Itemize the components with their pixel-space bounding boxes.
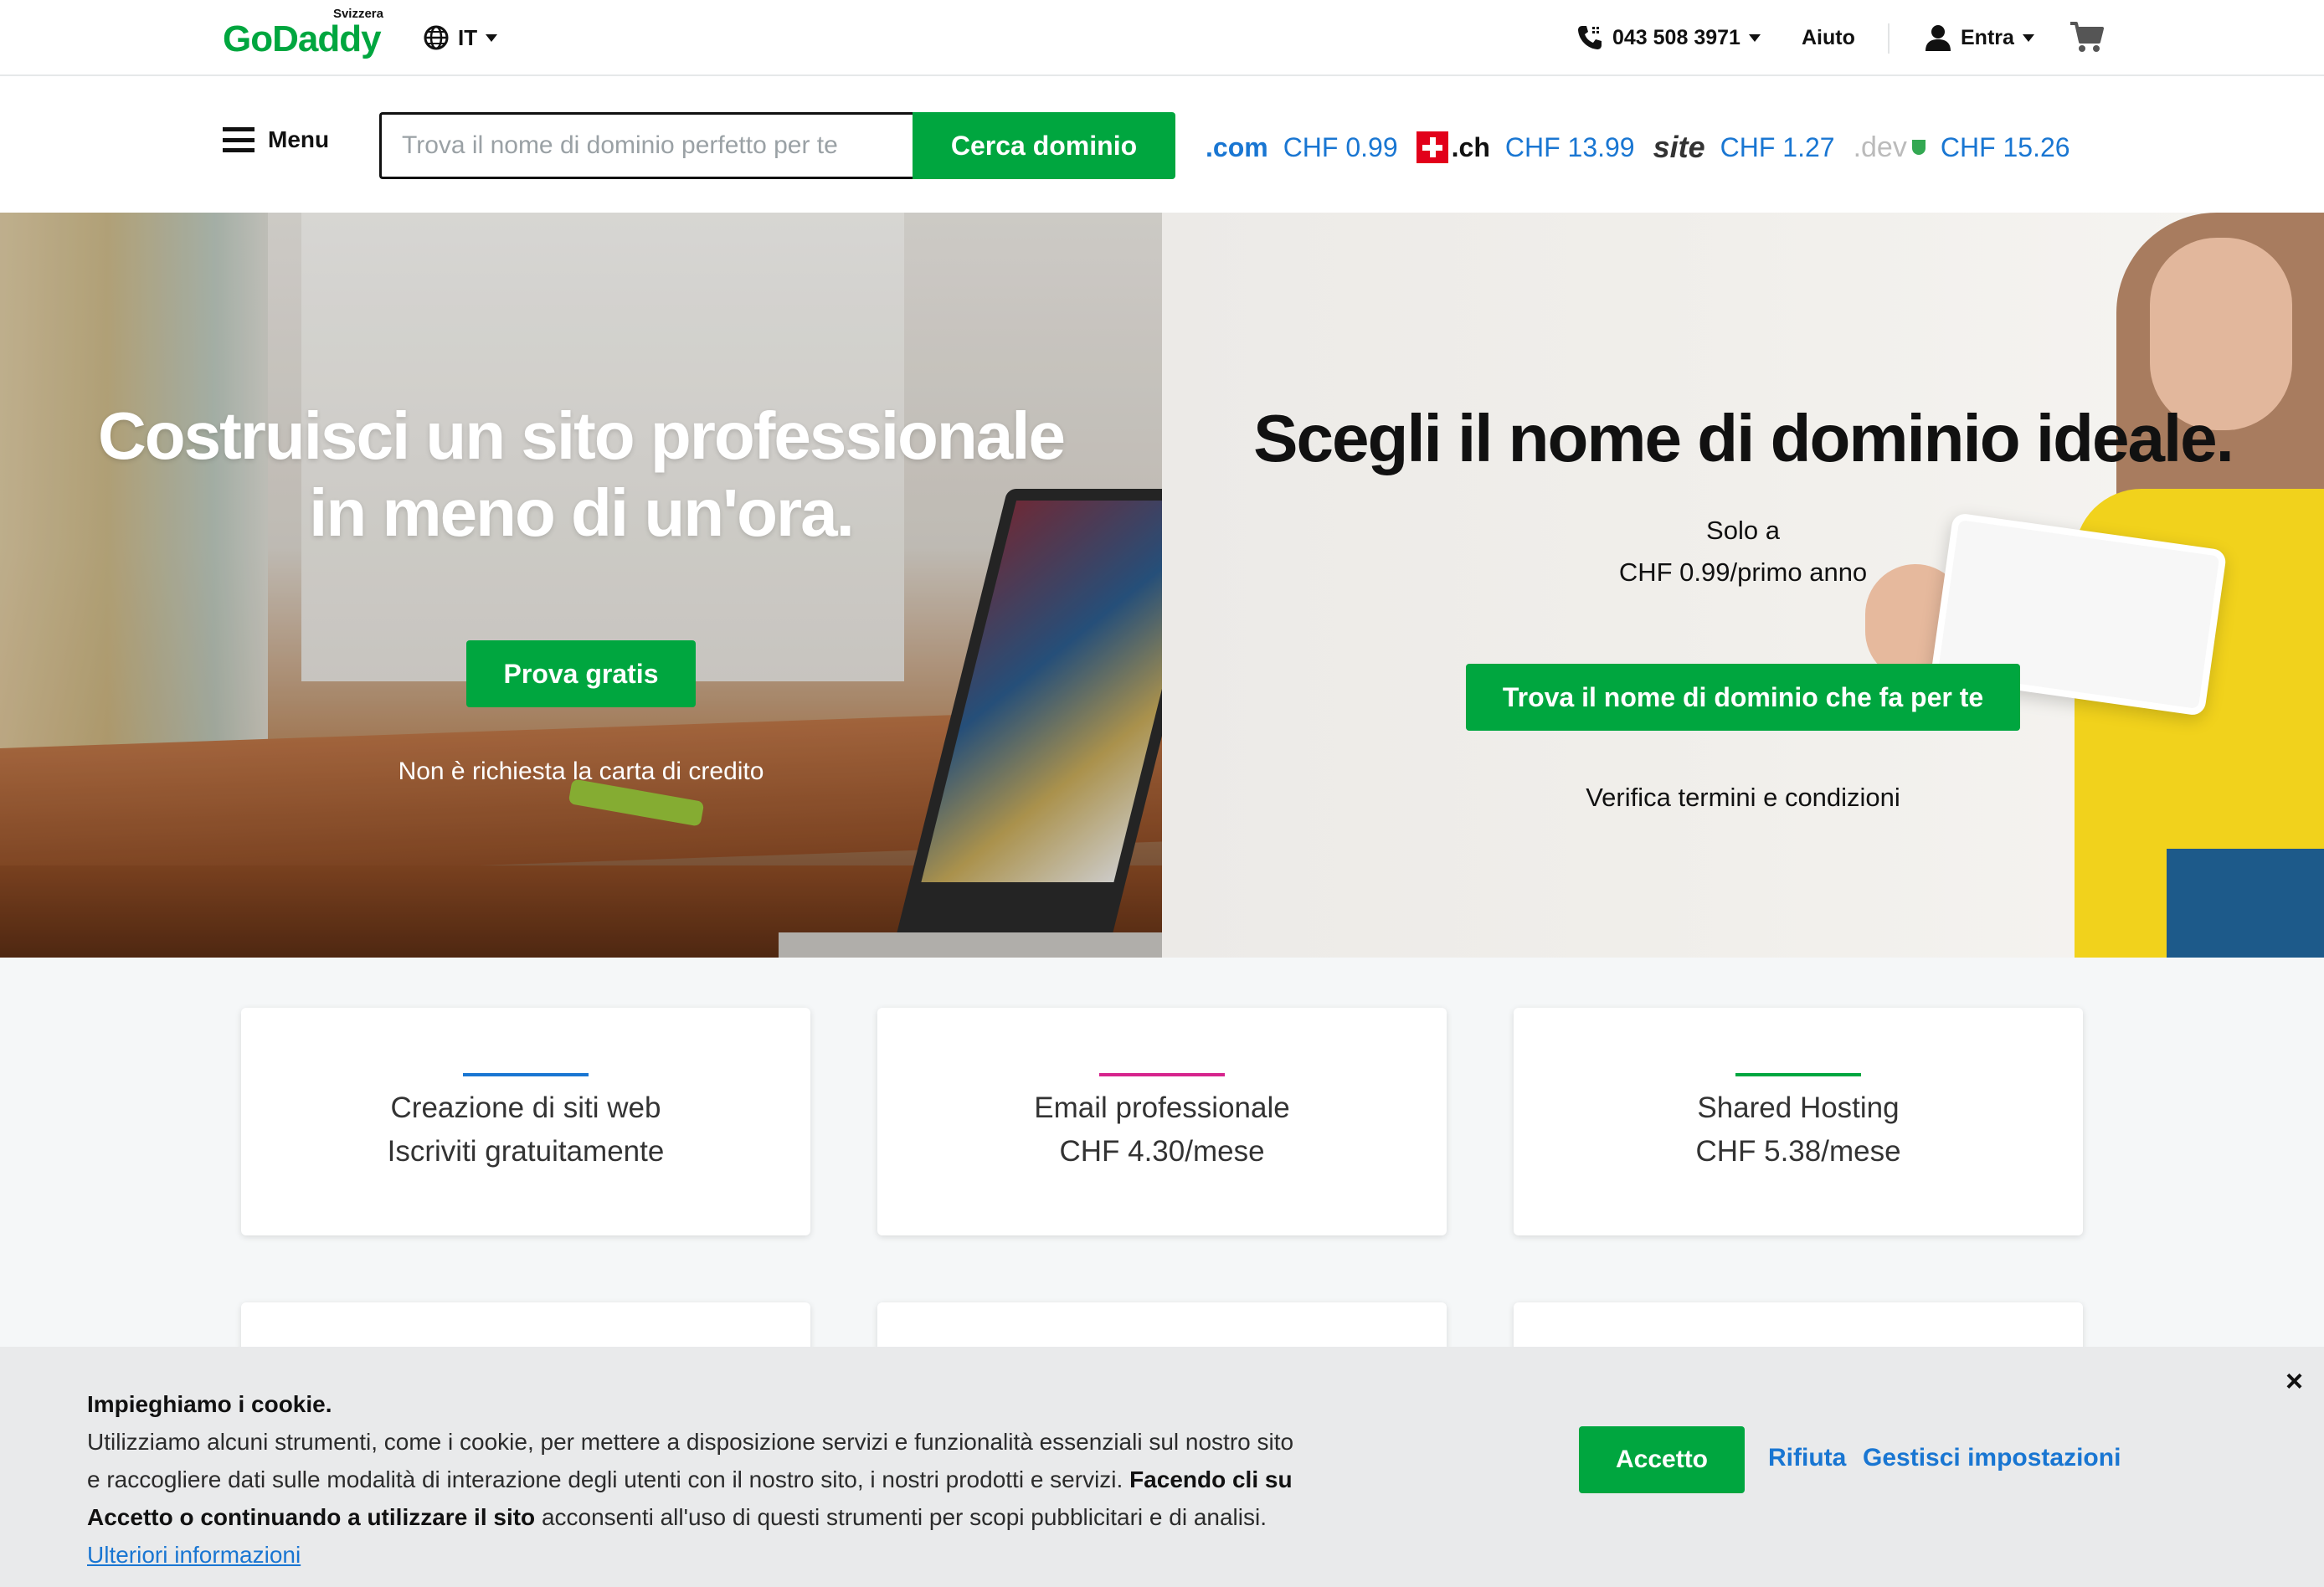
godaddy-logo[interactable]: Svizzera GoDaddy — [223, 7, 390, 65]
header-divider — [1888, 23, 1890, 54]
cart-button[interactable] — [2068, 18, 2106, 57]
cookie-body-line3: acconsenti all'uso di questi strumenti p… — [541, 1504, 1267, 1530]
find-domain-button[interactable]: Trova il nome di dominio che fa per te — [1466, 664, 2020, 731]
signin-label: Entra — [1961, 25, 2014, 49]
tld-price-list: .com CHF 0.99 .ch CHF 13.99 site CHF 1.2… — [1206, 126, 2089, 168]
chevron-down-icon — [2022, 33, 2034, 42]
close-icon[interactable]: × — [2285, 1364, 2303, 1399]
menu-label: Menu — [268, 126, 330, 152]
hero-left-title: Costruisci un sito professionale in meno… — [33, 398, 1129, 552]
accept-cookies-button[interactable]: Accetto — [1579, 1426, 1745, 1493]
card-subtitle: CHF 4.30/mese — [1059, 1135, 1265, 1168]
hero-right-title: Scegli il nome di dominio ideale. — [1253, 401, 2234, 475]
tld-logo-dev: .dev — [1854, 131, 1926, 164]
top-bar: Svizzera GoDaddy IT 043 508 3971 Aiuto E… — [0, 0, 2324, 76]
tld-site[interactable]: site CHF 1.27 — [1653, 130, 1835, 165]
card-title: Shared Hosting — [1697, 1091, 1900, 1124]
user-icon — [1926, 25, 1951, 51]
help-link[interactable]: Aiuto — [1802, 20, 1855, 55]
phone-number: 043 508 3971 — [1612, 25, 1740, 49]
tld-logo-com: .com — [1206, 131, 1268, 162]
signin-menu[interactable]: Entra — [1924, 18, 2034, 57]
card-accent-bar — [463, 1073, 589, 1076]
tld-ch[interactable]: .ch CHF 13.99 — [1416, 131, 1635, 163]
hero-left-title-line1: Costruisci un sito professionale — [97, 398, 1066, 473]
cookie-body-line1: Utilizziamo alcuni strumenti, come i coo… — [87, 1429, 1294, 1455]
chevron-down-icon — [1748, 33, 1761, 42]
hero-website-builder-image — [0, 213, 1162, 958]
shield-icon — [1911, 140, 1926, 155]
cookie-bold-text-2: Accetto o continuando a utilizzare il si… — [87, 1504, 536, 1530]
more-info-link[interactable]: Ulteriori informazioni — [87, 1542, 301, 1568]
cookie-bold-text: Facendo cli su — [1129, 1466, 1293, 1492]
swiss-flag-icon — [1416, 131, 1448, 163]
search-bar-section: Menu Cerca dominio .com CHF 0.99 .ch CHF… — [0, 76, 2324, 213]
tld-logo-ch: .ch — [1416, 131, 1490, 163]
tld-price-dev: CHF 15.26 — [1940, 131, 2070, 162]
cookie-title: Impieghiamo i cookie. — [87, 1391, 332, 1417]
product-card-email[interactable]: Email professionale CHF 4.30/mese — [877, 1008, 1447, 1235]
tld-logo-ch-text: .ch — [1451, 131, 1490, 162]
tld-logo-dev-text: .dev — [1853, 131, 1907, 163]
blue-pants-illustration — [2167, 849, 2324, 958]
globe-icon — [424, 25, 449, 50]
hero-shade — [0, 213, 1162, 958]
hamburger-icon — [223, 127, 255, 152]
chevron-down-icon — [486, 33, 498, 42]
tld-price-com: CHF 0.99 — [1283, 131, 1398, 162]
no-credit-card-note: Non è richiesta la carta di credito — [398, 758, 764, 785]
tld-dev[interactable]: .dev CHF 15.26 — [1854, 131, 2070, 164]
phone-icon — [1578, 26, 1602, 49]
try-free-button[interactable]: Prova gratis — [466, 640, 696, 707]
tld-logo-site: site — [1653, 130, 1705, 164]
manage-settings-link[interactable]: Gestisci impostazioni — [1863, 1444, 2121, 1472]
card-title: Creazione di siti web — [390, 1091, 661, 1124]
tld-com[interactable]: .com CHF 0.99 — [1206, 132, 1398, 163]
cart-icon — [2070, 22, 2104, 52]
card-accent-bar — [1099, 1073, 1225, 1076]
menu-button[interactable]: Menu — [223, 126, 329, 153]
terms-link[interactable]: Verifica termini e condizioni — [1162, 783, 2324, 813]
cookie-banner: Impieghiamo i cookie. Utilizziamo alcuni… — [0, 1347, 2324, 1587]
reject-cookies-link[interactable]: Rifiuta — [1768, 1444, 1846, 1472]
tld-price-site: CHF 1.27 — [1720, 131, 1835, 162]
hero-right-price-prefix: Solo a — [1706, 516, 1780, 545]
product-card-hosting[interactable]: Shared Hosting CHF 5.38/mese — [1514, 1008, 2083, 1235]
card-accent-bar — [1735, 1073, 1861, 1076]
card-subtitle: CHF 5.38/mese — [1695, 1135, 1901, 1168]
tld-price-ch: CHF 13.99 — [1504, 131, 1635, 162]
logo-brand: GoDaddy — [223, 18, 382, 59]
cookie-message: Impieghiamo i cookie. Utilizziamo alcuni… — [87, 1385, 1393, 1574]
card-title: Email professionale — [1034, 1091, 1290, 1124]
search-domain-button[interactable]: Cerca dominio — [913, 112, 1175, 179]
hero-left-title-line2: in meno di un'ora. — [309, 475, 855, 550]
cookie-body-line2: e raccogliere dati sulle modalità di int… — [87, 1466, 1123, 1492]
domain-search-input[interactable] — [379, 112, 913, 179]
language-selector[interactable]: IT — [423, 20, 498, 55]
hero-right-price: CHF 0.99/primo anno — [1618, 557, 1868, 587]
language-label: IT — [458, 24, 478, 50]
product-card-website-builder[interactable]: Creazione di siti web Iscriviti gratuita… — [241, 1008, 810, 1235]
phone-menu[interactable]: 043 508 3971 — [1576, 20, 1761, 55]
card-subtitle: Iscriviti gratuitamente — [387, 1135, 665, 1168]
